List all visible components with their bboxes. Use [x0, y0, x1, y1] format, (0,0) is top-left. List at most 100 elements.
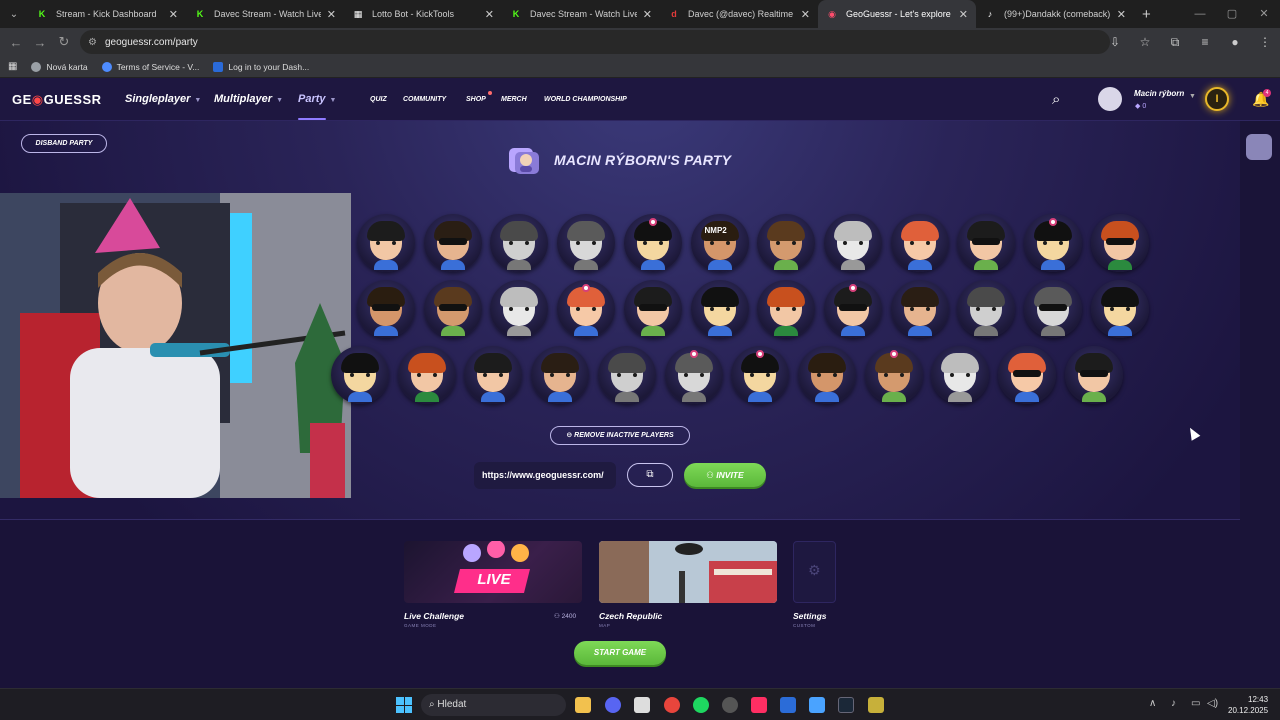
- bookmark-terms[interactable]: Terms of Service - V...: [101, 61, 199, 72]
- live-challenge-card[interactable]: LIVE: [404, 541, 582, 603]
- party-member-avatar[interactable]: [757, 280, 816, 338]
- bookmark-dashboard[interactable]: Log in to your Dash...: [213, 61, 309, 72]
- party-member-avatar[interactable]: [864, 346, 923, 404]
- browser-tab[interactable]: K Stream - Kick Dashboard ✕: [28, 0, 186, 28]
- party-member-avatar[interactable]: [957, 214, 1016, 272]
- party-member-avatar[interactable]: [490, 214, 549, 272]
- nav-world-championship[interactable]: WORLD CHAMPIONSHIP: [544, 96, 627, 103]
- minimize-icon[interactable]: —: [1184, 0, 1216, 28]
- steam-icon[interactable]: [838, 697, 854, 713]
- party-member-avatar[interactable]: [998, 346, 1056, 404]
- volume-icon[interactable]: ◁): [1207, 698, 1218, 709]
- party-member-avatar[interactable]: [731, 346, 790, 404]
- microphone-icon[interactable]: ♪: [1171, 698, 1176, 709]
- party-member-avatar[interactable]: [1090, 280, 1149, 338]
- party-member-avatar[interactable]: [957, 280, 1016, 338]
- party-member-avatar[interactable]: [490, 280, 549, 338]
- install-icon[interactable]: ⇩: [1100, 35, 1130, 49]
- party-member-avatar[interactable]: [623, 280, 682, 338]
- tab-close-icon[interactable]: ✕: [485, 8, 494, 21]
- party-member-avatar[interactable]: [623, 214, 682, 272]
- close-window-icon[interactable]: ✕: [1248, 0, 1280, 28]
- apps-grid-icon[interactable]: ▦: [8, 61, 17, 72]
- party-member-avatar[interactable]: [331, 346, 389, 404]
- party-member-avatar[interactable]: NMP2: [690, 214, 749, 272]
- tab-close-icon[interactable]: ✕: [801, 8, 810, 21]
- map-card[interactable]: [599, 541, 777, 603]
- level-badge[interactable]: I: [1205, 87, 1229, 111]
- party-member-avatar[interactable]: [597, 346, 656, 404]
- tray-chevron-icon[interactable]: ∧: [1149, 698, 1156, 709]
- word-icon[interactable]: [780, 697, 796, 713]
- party-member-avatar[interactable]: [557, 280, 616, 338]
- party-member-avatar[interactable]: [1024, 214, 1082, 272]
- party-member-avatar[interactable]: [531, 346, 590, 404]
- party-member-avatar[interactable]: [464, 346, 523, 404]
- spotify-icon[interactable]: [693, 697, 709, 713]
- party-member-avatar[interactable]: [823, 214, 882, 272]
- remove-inactive-button[interactable]: ⊖ REMOVE INACTIVE PLAYERS: [550, 426, 690, 445]
- file-explorer-icon[interactable]: [575, 697, 591, 713]
- party-member-avatar[interactable]: [931, 346, 990, 404]
- browser-tab[interactable]: K Davec Stream - Watch Live on K ✕: [502, 0, 660, 28]
- new-tab-button[interactable]: +: [1142, 6, 1151, 23]
- invite-link-field[interactable]: https://www.geoguessr.com/: [474, 462, 616, 489]
- notepad-icon[interactable]: [809, 697, 825, 713]
- disband-party-button[interactable]: DISBAND PARTY: [21, 134, 107, 153]
- invite-button[interactable]: ⚇ INVITE: [684, 463, 766, 487]
- copy-link-button[interactable]: ⧉: [627, 463, 673, 487]
- menu-icon[interactable]: ⋮: [1250, 35, 1280, 49]
- tab-close-icon[interactable]: ✕: [643, 8, 652, 21]
- tiktok-icon[interactable]: [751, 697, 767, 713]
- chevron-down-icon[interactable]: ▼: [1189, 93, 1196, 100]
- bookmark-new-tab[interactable]: Nová karta: [31, 61, 88, 72]
- nav-party[interactable]: Party ▼: [298, 93, 336, 105]
- nav-shop[interactable]: SHOP: [466, 96, 486, 103]
- tab-close-icon[interactable]: ✕: [169, 8, 178, 21]
- tab-close-icon[interactable]: ✕: [1117, 8, 1126, 21]
- party-member-avatar[interactable]: [423, 214, 482, 272]
- party-member-avatar[interactable]: [423, 280, 482, 338]
- party-member-avatar[interactable]: [690, 280, 749, 338]
- taskbar-search[interactable]: ⌕ Hledat: [421, 694, 566, 716]
- browser-tab[interactable]: ♪ (99+)Dandakk (comeback) (@d ✕: [976, 0, 1134, 28]
- geoguessr-logo[interactable]: GE◉GUESSR: [12, 92, 102, 108]
- party-member-avatar[interactable]: [890, 280, 949, 338]
- browser-tab[interactable]: ▦ Lotto Bot - KickTools ✕: [344, 0, 502, 28]
- tab-search-icon[interactable]: ⌄: [0, 0, 28, 28]
- party-member-avatar[interactable]: [557, 214, 616, 272]
- app-icon[interactable]: [634, 697, 650, 713]
- user-name[interactable]: Macin rýborn: [1134, 89, 1184, 98]
- profile-avatar-icon[interactable]: ●: [1220, 35, 1250, 49]
- obs-icon[interactable]: [722, 697, 738, 713]
- party-member-avatar[interactable]: [823, 280, 882, 338]
- browser-tab[interactable]: K Davec Stream - Watch Live on K ✕: [186, 0, 344, 28]
- party-member-avatar[interactable]: [664, 346, 723, 404]
- media-icon[interactable]: ≡: [1190, 35, 1220, 49]
- nav-community[interactable]: COMMUNITY: [403, 96, 446, 103]
- party-member-avatar[interactable]: [757, 214, 816, 272]
- user-avatar[interactable]: [1098, 87, 1122, 111]
- app-icon[interactable]: [868, 697, 884, 713]
- party-member-avatar[interactable]: [797, 346, 856, 404]
- nav-singleplayer[interactable]: Singleplayer ▼: [125, 93, 201, 105]
- browser-tab[interactable]: ◉ GeoGuessr - Let's explore the w ✕: [818, 0, 976, 28]
- tab-close-icon[interactable]: ✕: [327, 8, 336, 21]
- party-member-avatar[interactable]: [357, 214, 415, 272]
- site-info-icon[interactable]: ⚙: [88, 37, 97, 48]
- reload-icon[interactable]: ↻: [52, 34, 76, 50]
- extensions-icon[interactable]: ⧉: [1160, 35, 1190, 50]
- party-member-avatar[interactable]: [890, 214, 949, 272]
- network-icon[interactable]: ▭: [1191, 698, 1200, 709]
- party-member-avatar[interactable]: [1024, 280, 1082, 338]
- party-member-avatar[interactable]: [357, 280, 415, 338]
- back-icon[interactable]: ←: [4, 35, 28, 50]
- party-member-avatar[interactable]: [1090, 214, 1149, 272]
- windows-start-icon[interactable]: [396, 697, 412, 713]
- nav-merch[interactable]: MERCH: [501, 96, 527, 103]
- maximize-icon[interactable]: ▢: [1216, 0, 1248, 28]
- browser-tab[interactable]: d Davec (@davec) Realtime Kick ✕: [660, 0, 818, 28]
- url-input[interactable]: ⚙ geoguessr.com/party: [80, 30, 1110, 54]
- settings-card[interactable]: ⚙: [793, 541, 836, 603]
- discord-icon[interactable]: [605, 697, 621, 713]
